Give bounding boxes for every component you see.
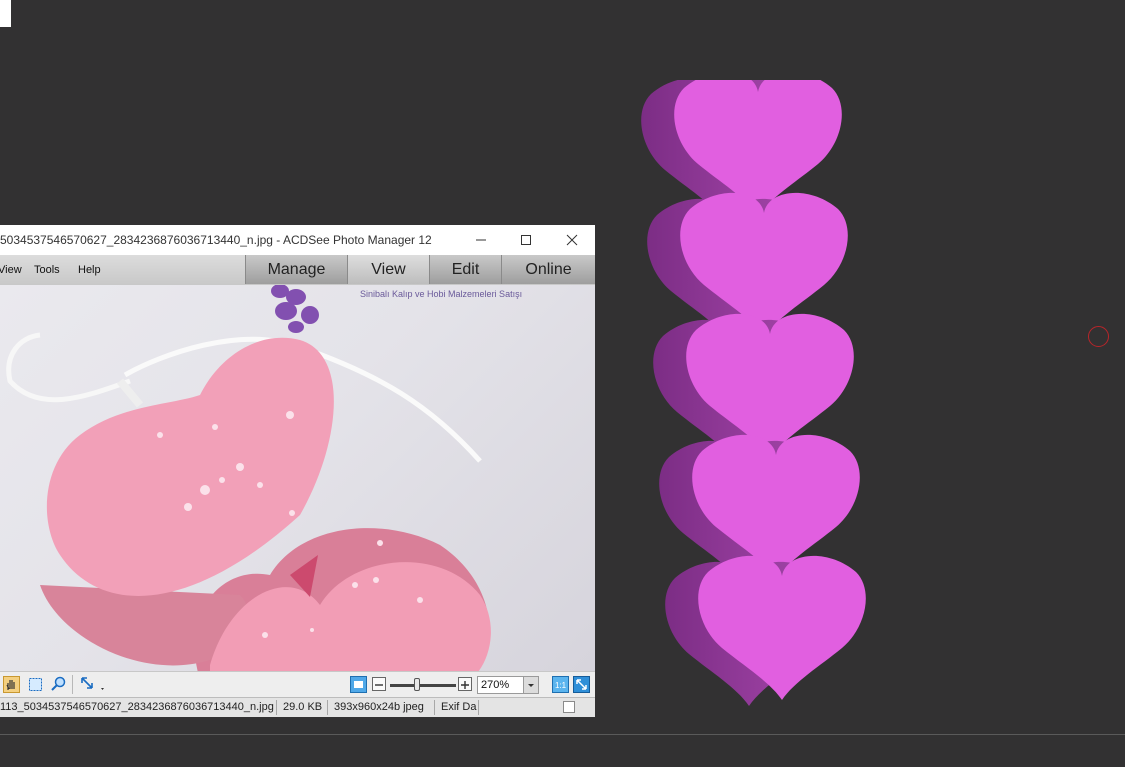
zoom-tool-icon[interactable] <box>50 676 67 693</box>
resize-icon[interactable] <box>80 676 108 693</box>
zoom-in-icon[interactable] <box>458 677 472 691</box>
menu-help[interactable]: Help <box>78 264 101 276</box>
cursor-ring-icon <box>1088 326 1109 347</box>
menu-bar: View Tools Help Manage View Edit Online <box>0 255 595 285</box>
bottom-toolbar: 270% 1:1 <box>0 671 595 697</box>
full-screen-icon[interactable] <box>573 676 590 693</box>
svg-text:1:1: 1:1 <box>555 681 567 690</box>
actual-size-icon[interactable]: 1:1 <box>552 676 569 693</box>
tab-online[interactable]: Online <box>501 255 595 284</box>
zoom-slider[interactable] <box>390 676 456 694</box>
hand-tool-icon[interactable] <box>3 676 20 693</box>
status-dimensions: 393x960x24b jpeg <box>334 701 424 713</box>
zoom-slider-thumb[interactable] <box>414 678 420 691</box>
toolbar-separator <box>72 675 73 694</box>
corner-block <box>0 0 11 27</box>
close-icon[interactable] <box>561 229 583 251</box>
status-filesize: 29.0 KB <box>283 701 323 713</box>
title-bar[interactable]: 5034537546570627_2834236876036713440_n.j… <box>0 225 595 255</box>
tab-manage[interactable]: Manage <box>245 255 347 284</box>
menu-view[interactable]: View <box>0 264 22 276</box>
window-title: 5034537546570627_2834236876036713440_n.j… <box>0 233 432 247</box>
hearts-stack <box>641 80 866 706</box>
status-separator <box>276 700 277 715</box>
divider-line <box>0 734 1125 735</box>
photo-content <box>6 285 491 671</box>
status-filename: 113_5034537546570627_2834236876036713440… <box>0 701 274 713</box>
heart-5 <box>665 555 866 706</box>
status-checkbox[interactable] <box>563 701 575 713</box>
chevron-down-icon[interactable] <box>523 677 538 693</box>
status-bar: 113_5034537546570627_2834236876036713440… <box>0 697 595 717</box>
photo-view[interactable]: Sinibalı Kalıp ve Hobi Malzemeleri Satış… <box>0 285 595 671</box>
zoom-select[interactable]: 270% <box>477 676 539 694</box>
status-separator <box>327 700 328 715</box>
status-separator <box>434 700 435 715</box>
zoom-out-icon[interactable] <box>372 677 386 691</box>
zoom-value: 270% <box>481 679 510 691</box>
tab-edit[interactable]: Edit <box>429 255 501 284</box>
select-tool-icon[interactable] <box>27 676 44 693</box>
maximize-icon[interactable] <box>515 229 537 251</box>
tab-view[interactable]: View <box>347 255 429 284</box>
status-separator <box>478 700 479 715</box>
menu-tools[interactable]: Tools <box>34 264 60 276</box>
acdsee-window[interactable]: 5034537546570627_2834236876036713440_n.j… <box>0 225 595 717</box>
status-exif: Exif Da <box>441 701 477 713</box>
fit-image-icon[interactable] <box>350 676 367 693</box>
minimize-icon[interactable] <box>470 229 492 251</box>
